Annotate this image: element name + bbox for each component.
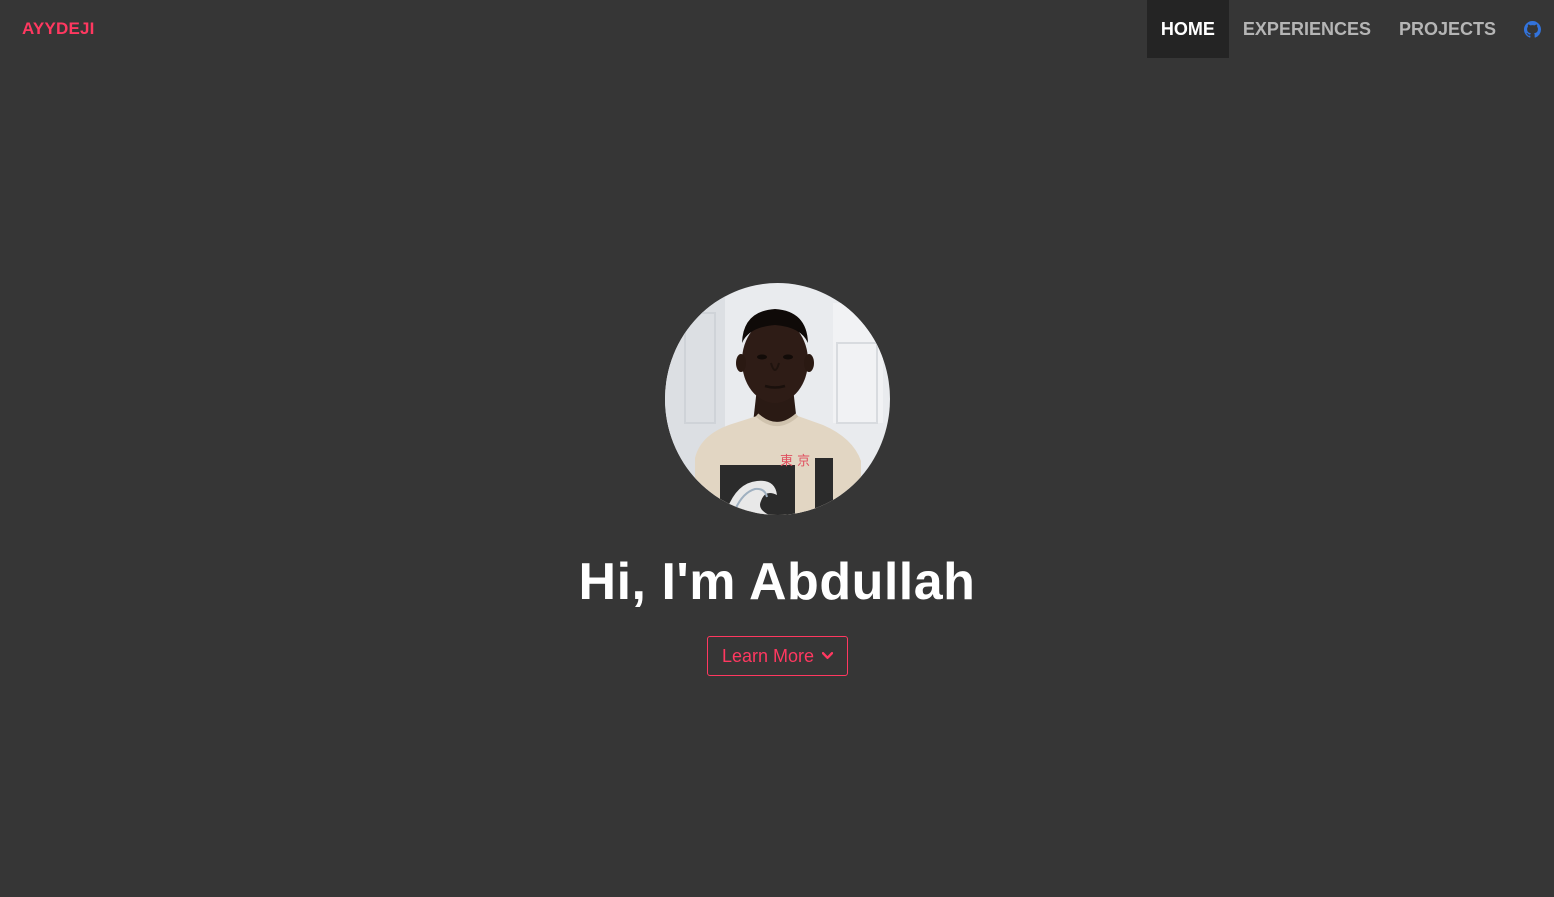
nav-item-projects[interactable]: PROJECTS xyxy=(1385,0,1510,58)
svg-text:東 京: 東 京 xyxy=(780,453,810,469)
hero-section: 東 京 Hi, I'm Abdullah Learn More xyxy=(0,58,1554,897)
learn-more-button[interactable]: Learn More xyxy=(707,636,848,676)
hero-title: Hi, I'm Abdullah xyxy=(578,553,976,611)
nav-menu: HOME EXPERIENCES PROJECTS xyxy=(1146,0,1554,58)
github-icon xyxy=(1524,20,1541,38)
top-navbar: AYYDEJI HOME EXPERIENCES PROJECTS xyxy=(0,0,1554,58)
brand-logo[interactable]: AYYDEJI xyxy=(22,0,95,58)
nav-item-experiences[interactable]: EXPERIENCES xyxy=(1229,0,1385,58)
chevron-down-icon xyxy=(822,652,834,660)
learn-more-label: Learn More xyxy=(721,645,815,666)
nav-item-home[interactable]: HOME xyxy=(1146,0,1229,58)
profile-avatar: 東 京 xyxy=(665,283,890,515)
github-link[interactable] xyxy=(1510,0,1554,58)
